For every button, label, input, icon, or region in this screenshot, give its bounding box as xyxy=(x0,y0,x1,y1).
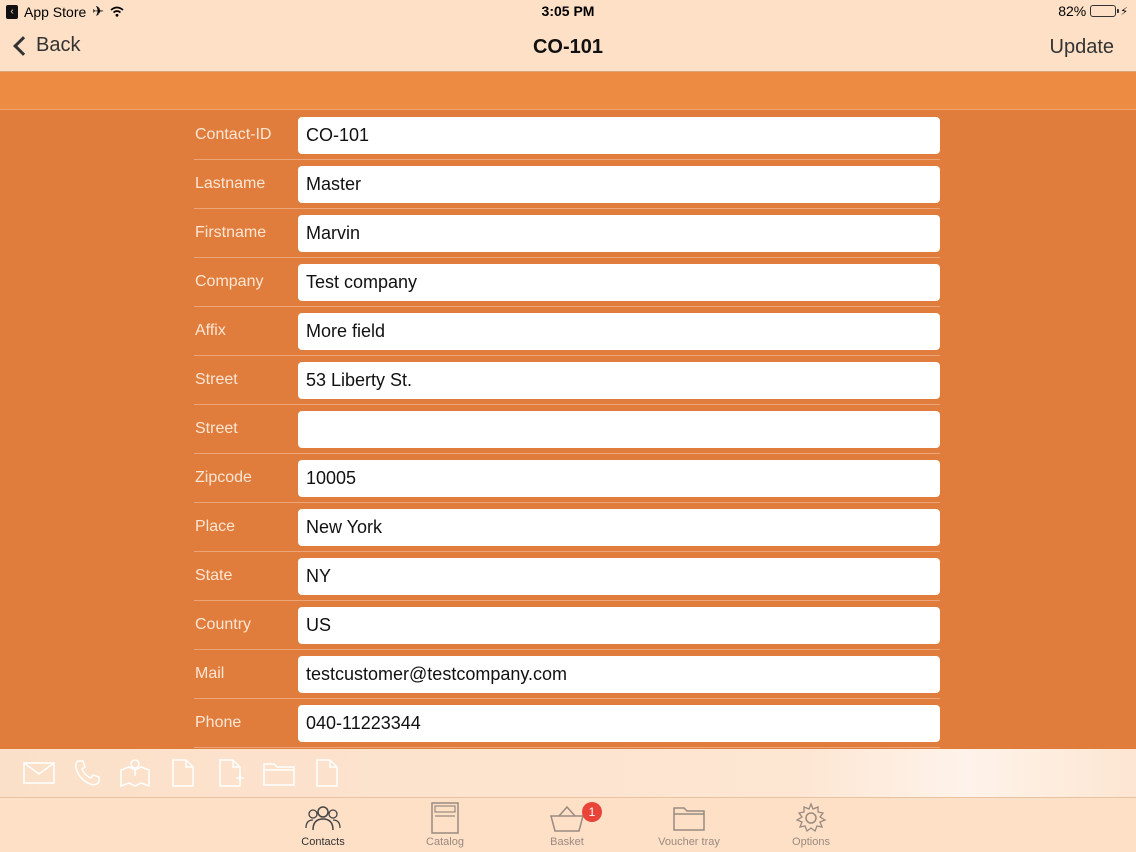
form-row: Firstname xyxy=(194,209,940,258)
field-label: Street xyxy=(195,371,238,388)
form-row: Phone xyxy=(194,699,940,748)
chevron-left-icon xyxy=(13,35,33,56)
field-label: Firstname xyxy=(195,224,267,241)
contact-form: Contact-ID Lastname Firstname Company Affix S… xyxy=(194,111,940,749)
navigation-bar: Back CO-101 Update xyxy=(0,22,1136,72)
tab-contacts[interactable]: Contacts xyxy=(268,802,378,852)
affix-field[interactable] xyxy=(298,312,940,350)
form-row: Place xyxy=(194,503,940,552)
tab-label: Catalog xyxy=(426,836,464,848)
tab-voucher-tray[interactable]: Voucher tray xyxy=(634,802,744,852)
battery-percent: 82% xyxy=(1058,3,1087,19)
form-row: Affix xyxy=(194,307,940,356)
document-icon[interactable] xyxy=(166,758,200,788)
tab-options[interactable]: Options xyxy=(756,802,866,852)
catalog-icon xyxy=(390,802,500,834)
new-document-icon[interactable] xyxy=(214,758,248,788)
field-label: Zipcode xyxy=(195,469,252,486)
field-label: Company xyxy=(195,273,264,290)
map-icon[interactable] xyxy=(118,758,152,788)
tab-label: Voucher tray xyxy=(658,836,720,848)
folder-icon[interactable] xyxy=(262,758,296,788)
field-label: Place xyxy=(195,518,236,535)
place-field[interactable] xyxy=(298,508,940,546)
folder-icon xyxy=(634,802,744,834)
form-row: Country xyxy=(194,601,940,650)
field-label: Mail xyxy=(195,665,225,682)
form-row: Street xyxy=(194,356,940,405)
tab-label: Contacts xyxy=(301,836,345,848)
mail-field[interactable] xyxy=(298,655,940,693)
street-field[interactable] xyxy=(298,410,940,448)
battery-icon xyxy=(1090,5,1120,17)
field-label: Contact-ID xyxy=(195,126,272,143)
company-field[interactable] xyxy=(298,263,940,301)
state-field[interactable] xyxy=(298,557,940,595)
field-label: State xyxy=(195,567,233,584)
field-label: Country xyxy=(195,616,252,633)
field-label: Affix xyxy=(195,322,226,339)
gear-icon xyxy=(756,802,866,834)
form-row: Street xyxy=(194,405,940,454)
phone-icon[interactable] xyxy=(70,758,104,788)
action-toolbar xyxy=(0,749,1136,797)
header-band xyxy=(0,72,1136,110)
field-label: Lastname xyxy=(195,175,266,192)
status-right: 82% ⚡ xyxy=(1058,3,1128,19)
tab-bar: Contacts Catalog 1 Basket Voucher tray O… xyxy=(0,797,1136,852)
field-label: Street xyxy=(195,420,238,437)
form-row: Zipcode xyxy=(194,454,940,503)
tab-basket[interactable]: 1 Basket xyxy=(512,802,622,852)
basket-icon: 1 xyxy=(512,802,622,834)
basket-badge: 1 xyxy=(582,802,602,822)
lastname-field[interactable] xyxy=(298,165,940,203)
form-row: Contact-ID xyxy=(194,111,940,160)
mail-icon[interactable] xyxy=(22,758,56,788)
document-outline-icon[interactable] xyxy=(310,758,344,788)
page-title: CO-101 xyxy=(532,36,604,58)
zipcode-field[interactable] xyxy=(298,459,940,497)
country-field[interactable] xyxy=(298,606,940,644)
contact-id-field[interactable] xyxy=(298,116,940,154)
back-button[interactable]: Back xyxy=(12,34,80,57)
tab-catalog[interactable]: Catalog xyxy=(390,802,500,852)
firstname-field[interactable] xyxy=(298,214,940,252)
contacts-icon xyxy=(268,802,378,834)
tab-label: Basket xyxy=(550,836,584,848)
back-button-label: Back xyxy=(36,34,81,56)
field-label: Phone xyxy=(195,714,242,731)
update-button[interactable]: Update xyxy=(1050,36,1115,59)
form-row: Lastname xyxy=(194,160,940,209)
tab-label: Options xyxy=(792,836,830,848)
status-time: 3:05 PM xyxy=(541,3,595,19)
form-row: State xyxy=(194,552,940,601)
form-row: Mail xyxy=(194,650,940,699)
street-field[interactable] xyxy=(298,361,940,399)
phone-field[interactable] xyxy=(298,704,940,742)
charging-icon: ⚡ xyxy=(1120,5,1128,18)
form-row: Company xyxy=(194,258,940,307)
status-bar: ‹ App Store ✈ 3:05 PM 82% ⚡ xyxy=(0,0,1136,22)
